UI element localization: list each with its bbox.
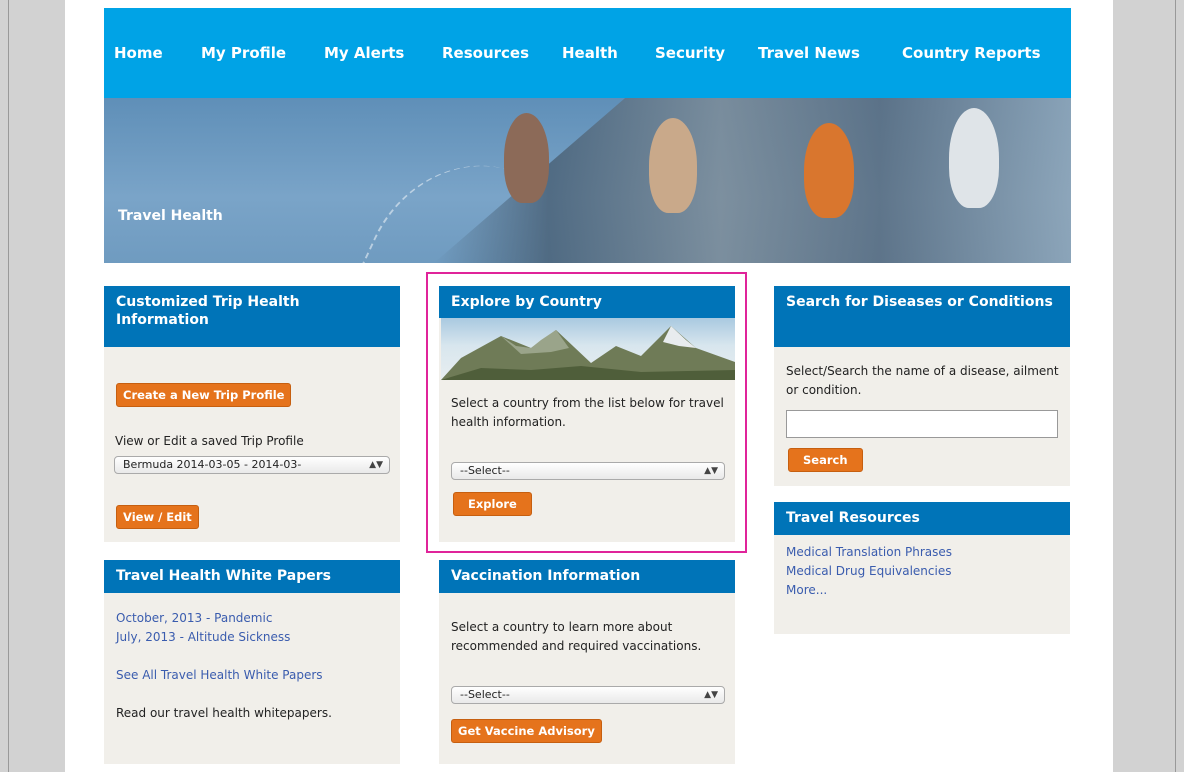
hero-banner: Travel Health (104, 98, 1071, 263)
window-edge-right (1175, 0, 1176, 772)
banner-figure (649, 118, 697, 213)
banner-figure (804, 123, 854, 218)
banner-title: Travel Health (118, 208, 223, 224)
panel-title: Vaccination Information (439, 560, 735, 593)
search-button[interactable]: Search (788, 448, 863, 472)
white-papers-body: October, 2013 - Pandemic July, 2013 - Al… (104, 593, 400, 733)
vaccine-advisory-button[interactable]: Get Vaccine Advisory (451, 719, 602, 743)
panel-title: Travel Health White Papers (104, 560, 400, 593)
panel-title: Search for Diseases or Conditions (774, 286, 1070, 347)
nav-security[interactable]: Security (655, 44, 725, 62)
vaccination-country-select[interactable]: --Select-- ▲▼ (451, 686, 725, 704)
see-all-white-papers-link[interactable]: See All Travel Health White Papers (116, 666, 388, 685)
disease-search-input[interactable] (786, 410, 1058, 438)
saved-trip-value: Bermuda 2014-03-05 - 2014-03- (123, 458, 302, 471)
saved-trip-label: View or Edit a saved Trip Profile (115, 434, 304, 448)
trip-health-panel: Customized Trip Health Information (104, 286, 400, 542)
resource-link[interactable]: Medical Translation Phrases (786, 543, 1058, 562)
view-edit-button[interactable]: View / Edit (116, 505, 199, 529)
resources-links: Medical Translation Phrases Medical Drug… (774, 535, 1070, 610)
main-nav: Home My Profile My Alerts Resources Heal… (104, 8, 1071, 98)
select-arrows-icon: ▲▼ (369, 460, 383, 470)
disease-description: Select/Search the name of a disease, ail… (786, 364, 1059, 397)
nav-resources[interactable]: Resources (442, 44, 529, 62)
nav-health[interactable]: Health (562, 44, 618, 62)
banner-figure (949, 108, 999, 208)
window-edge-left (8, 0, 9, 772)
white-paper-link[interactable]: October, 2013 - Pandemic (116, 609, 388, 628)
highlight-outline (426, 272, 747, 553)
banner-figure (504, 113, 549, 203)
white-papers-footer: Read our travel health whitepapers. (116, 706, 332, 720)
panel-title: Travel Resources (774, 502, 1070, 535)
select-arrows-icon: ▲▼ (704, 690, 718, 700)
resource-link[interactable]: Medical Drug Equivalencies (786, 562, 1058, 581)
travel-resources-panel: Travel Resources Medical Translation Phr… (774, 502, 1070, 634)
vaccination-select-value: --Select-- (460, 688, 510, 701)
nav-travel-news[interactable]: Travel News (758, 44, 860, 62)
panel-title: Customized Trip Health Information (104, 286, 400, 347)
nav-country-reports[interactable]: Country Reports (902, 44, 1041, 62)
banner-decoration (340, 129, 588, 263)
nav-my-alerts[interactable]: My Alerts (324, 44, 404, 62)
nav-home[interactable]: Home (114, 44, 163, 62)
resource-link-more[interactable]: More... (786, 581, 1058, 600)
saved-trip-select[interactable]: Bermuda 2014-03-05 - 2014-03- ▲▼ (114, 456, 390, 474)
white-paper-link[interactable]: July, 2013 - Altitude Sickness (116, 628, 388, 647)
white-papers-panel: Travel Health White Papers October, 2013… (104, 560, 400, 764)
vaccination-description: Select a country to learn more about rec… (451, 620, 702, 653)
nav-my-profile[interactable]: My Profile (201, 44, 286, 62)
create-trip-profile-button[interactable]: Create a New Trip Profile (116, 383, 292, 407)
